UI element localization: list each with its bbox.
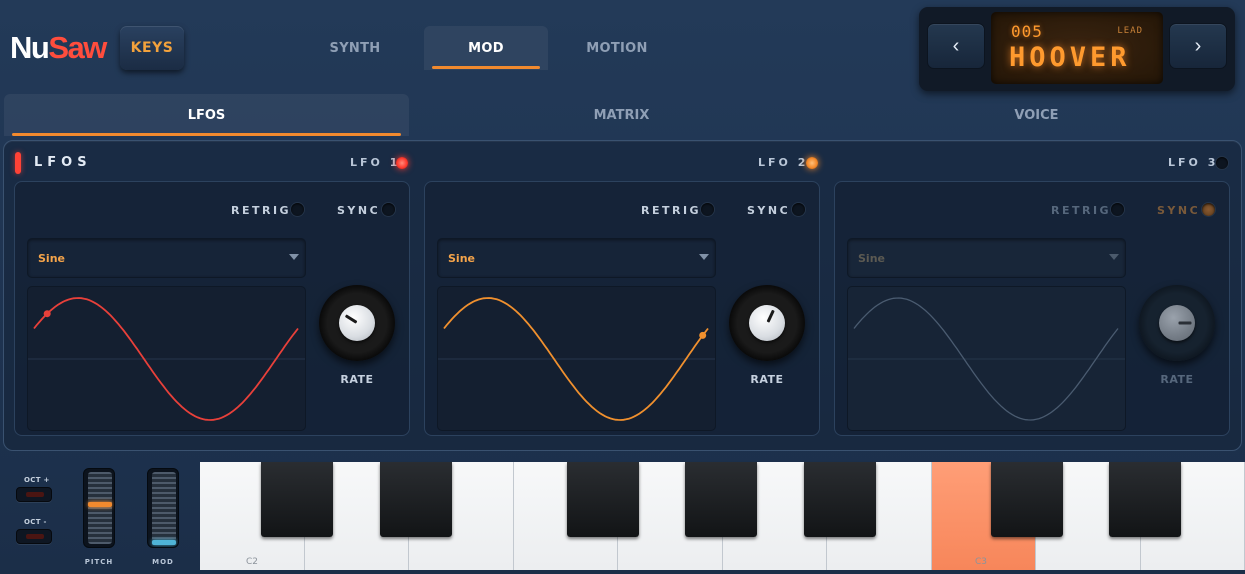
- dropdown-caret-icon: [1109, 254, 1119, 260]
- lfo2-shape-value: Sine: [448, 252, 475, 265]
- lfo3-retrig-toggle[interactable]: [1111, 203, 1124, 216]
- dropdown-caret-icon: [699, 254, 709, 260]
- lfo2-label: LFO 2: [758, 156, 809, 169]
- next-preset-button[interactable]: ›: [1169, 23, 1227, 69]
- lfo2-led: [806, 157, 818, 169]
- key-label-c2: C2: [246, 557, 259, 567]
- knob-cap: [749, 305, 785, 341]
- knob-pointer: [344, 314, 358, 324]
- keys-button[interactable]: KEYS: [120, 26, 184, 70]
- pitch-wheel[interactable]: [83, 468, 115, 548]
- lfo3-shape-select[interactable]: Sine: [847, 238, 1126, 278]
- synth-app: NuSaw KEYS SYNTH MOD MOTION ‹ 005 LEAD H…: [0, 0, 1245, 574]
- lfo1-retrig-label: RETRIG: [231, 204, 292, 217]
- lfo1-rate-label: RATE: [340, 373, 374, 386]
- lfo2-shape-select[interactable]: Sine: [437, 238, 716, 278]
- lfo1-retrig-toggle[interactable]: [291, 203, 304, 216]
- black-key[interactable]: [261, 462, 333, 537]
- lfo3-led: [1216, 157, 1228, 169]
- lfo1-led: [396, 157, 408, 169]
- oct-up-button[interactable]: [16, 487, 52, 502]
- lfo1-card: RETRIG SYNC Sine RATE: [14, 181, 410, 436]
- black-key[interactable]: [804, 462, 876, 537]
- lfo2-sync-toggle[interactable]: [792, 203, 805, 216]
- key-label-c3: C3: [975, 557, 988, 567]
- oct-up-label: OCT +: [24, 476, 50, 484]
- lfo3-rate-knob[interactable]: [1139, 285, 1215, 361]
- tab-lfos[interactable]: LFOS: [4, 94, 409, 136]
- black-key[interactable]: [685, 462, 757, 537]
- black-key[interactable]: [991, 462, 1063, 537]
- black-key[interactable]: [567, 462, 639, 537]
- chevron-right-icon: ›: [1194, 34, 1202, 57]
- lfo3-shape-value: Sine: [858, 252, 885, 265]
- wheel-ribs: [88, 472, 112, 544]
- tab-motion[interactable]: MOTION: [555, 26, 679, 70]
- lfo2-waveform-display: [437, 286, 716, 431]
- tab-synth[interactable]: SYNTH: [293, 26, 417, 70]
- tab-matrix[interactable]: MATRIX: [419, 94, 824, 136]
- lfo3-label: LFO 3: [1168, 156, 1219, 169]
- lfo2-rate-knob[interactable]: [729, 285, 805, 361]
- pitch-label: PITCH: [84, 558, 114, 566]
- preset-display: 005 LEAD HOOVER: [991, 12, 1163, 84]
- lfo2-rate-label: RATE: [750, 373, 784, 386]
- sub-tab-bar: LFOS MATRIX VOICE: [4, 94, 1245, 136]
- knob-pointer: [1178, 321, 1192, 325]
- mod-wheel[interactable]: [147, 468, 179, 548]
- section-title: LFOS: [34, 155, 92, 170]
- preset-number: 005: [1011, 22, 1043, 41]
- lfo1-sync-label: SYNC: [337, 204, 381, 217]
- black-key[interactable]: [1109, 462, 1181, 537]
- lfo3-waveform-display: [847, 286, 1126, 431]
- lfo1-shape-select[interactable]: Sine: [27, 238, 306, 278]
- knob-pointer: [766, 309, 775, 323]
- preset-name: HOOVER: [1009, 42, 1131, 73]
- lfo3-sync-toggle[interactable]: [1202, 203, 1215, 216]
- lfo2-retrig-label: RETRIG: [641, 204, 702, 217]
- lfo3-sync-label: SYNC: [1157, 204, 1201, 217]
- lfo3-retrig-label: RETRIG: [1051, 204, 1112, 217]
- logo-nu: Nu: [10, 30, 50, 65]
- lfo-phase-dot: [43, 310, 51, 318]
- chevron-left-icon: ‹: [952, 34, 960, 57]
- tab-mod[interactable]: MOD: [424, 26, 548, 70]
- oct-down-button[interactable]: [16, 529, 52, 544]
- logo-saw: Saw: [48, 30, 107, 65]
- prev-preset-button[interactable]: ‹: [927, 23, 985, 69]
- dropdown-caret-icon: [289, 254, 299, 260]
- wheel-ribs: [152, 472, 176, 544]
- section-accent-bar: [15, 152, 21, 174]
- lfo1-rate-knob[interactable]: [319, 285, 395, 361]
- lfo3-card: RETRIG SYNC Sine RATE: [834, 181, 1230, 436]
- preset-browser: ‹ 005 LEAD HOOVER ›: [919, 7, 1235, 91]
- lfo-phase-dot: [699, 331, 707, 339]
- lfo2-sync-label: SYNC: [747, 204, 791, 217]
- piano-keyboard: C2 C3: [200, 462, 1245, 570]
- lfo2-waveform: [438, 297, 715, 421]
- oct-down-label: OCT -: [24, 518, 47, 526]
- lfo1-label: LFO 1: [350, 156, 401, 169]
- lfo1-waveform: [28, 297, 305, 421]
- mod-wheel-indicator: [152, 540, 176, 545]
- preset-category: LEAD: [1117, 26, 1143, 36]
- mod-label: MOD: [152, 558, 174, 566]
- knob-cap: [1159, 305, 1195, 341]
- lfo1-sync-toggle[interactable]: [382, 203, 395, 216]
- lfo2-card: RETRIG SYNC Sine RATE: [424, 181, 820, 436]
- lfo1-shape-value: Sine: [38, 252, 65, 265]
- nusaw-logo: NuSaw: [10, 30, 107, 66]
- black-key[interactable]: [380, 462, 452, 537]
- pitch-wheel-indicator: [88, 502, 112, 507]
- lfo2-retrig-toggle[interactable]: [701, 203, 714, 216]
- lfo3-rate-label: RATE: [1160, 373, 1194, 386]
- lfo1-waveform-display: [27, 286, 306, 431]
- knob-cap: [339, 305, 375, 341]
- lfo3-waveform: [848, 297, 1125, 421]
- tab-voice[interactable]: VOICE: [834, 94, 1239, 136]
